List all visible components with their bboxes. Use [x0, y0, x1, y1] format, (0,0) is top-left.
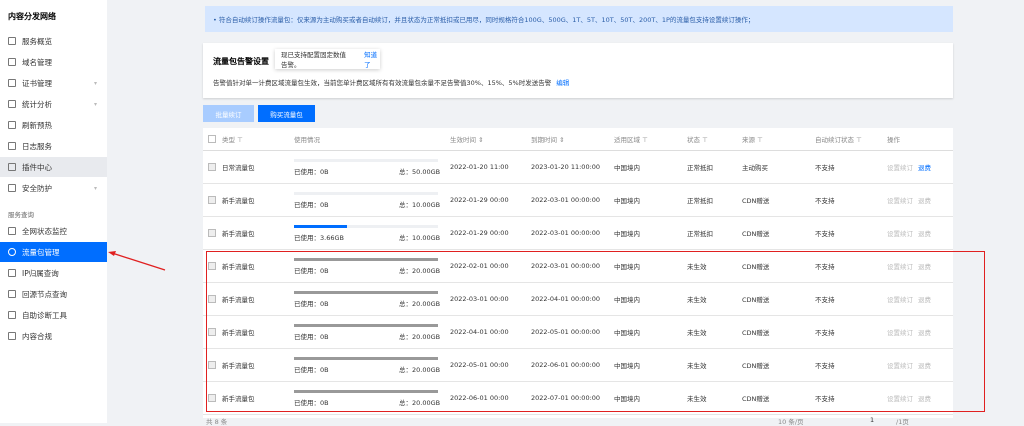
red-arrow-annotation — [108, 251, 166, 271]
total-count: 共 8 条 — [206, 418, 228, 426]
page-size-select[interactable]: 10 条/页 — [778, 416, 804, 426]
page-count: /1页 — [896, 418, 909, 426]
